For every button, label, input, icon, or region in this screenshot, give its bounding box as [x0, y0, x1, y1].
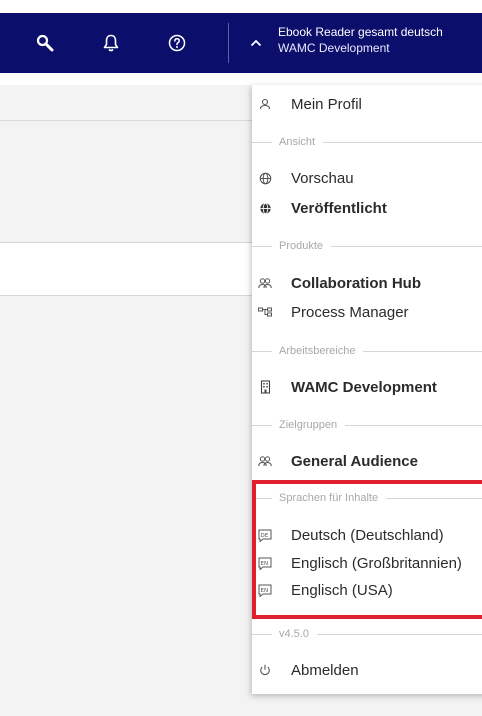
- globe-preview-icon: [258, 170, 272, 186]
- menu-label: Abmelden: [291, 661, 359, 679]
- building-icon: [258, 379, 272, 395]
- bell-icon[interactable]: [97, 29, 125, 57]
- section-view: Ansicht: [252, 134, 482, 150]
- help-icon[interactable]: [163, 29, 191, 57]
- account-subtitle: WAMC Development: [278, 41, 390, 55]
- menu-item-logout[interactable]: Abmelden: [252, 655, 482, 685]
- background-divider: [0, 120, 255, 121]
- menu-item-profile[interactable]: Mein Profil: [252, 89, 482, 119]
- globe-icon: [258, 200, 272, 216]
- section-label: Arbeitsbereiche: [279, 345, 364, 357]
- section-products: Produkte: [252, 238, 482, 254]
- menu-label: General Audience: [291, 452, 418, 470]
- menu-label: Vorschau: [291, 169, 354, 187]
- menu-label: WAMC Development: [291, 378, 437, 396]
- menu-label: Veröffentlicht: [291, 199, 387, 217]
- highlight-box: [252, 480, 482, 619]
- section-workspaces: Arbeitsbereiche: [252, 343, 482, 359]
- section-label: Ansicht: [279, 136, 324, 148]
- menu-item-collaboration-hub[interactable]: Collaboration Hub: [252, 268, 482, 298]
- menu-label: Mein Profil: [291, 95, 362, 113]
- menu-item-workspace[interactable]: WAMC Development: [252, 372, 482, 402]
- menu-item-process-manager[interactable]: Process Manager: [252, 297, 482, 327]
- search-icon[interactable]: [31, 29, 59, 57]
- top-bar: Ebook Reader gesamt deutsch WAMC Develop…: [0, 0, 482, 85]
- version-label: v4.5.0: [279, 628, 317, 640]
- menu-item-published[interactable]: Veröffentlicht: [252, 193, 482, 223]
- people-icon: [258, 275, 272, 291]
- nav-divider: [228, 23, 229, 63]
- account-title: Ebook Reader gesamt deutsch: [278, 25, 443, 39]
- menu-label: Process Manager: [291, 303, 409, 321]
- background-panel: [0, 242, 255, 296]
- section-label: Produkte: [279, 240, 332, 252]
- user-icon: [258, 96, 272, 112]
- menu-label: Collaboration Hub: [291, 274, 421, 292]
- version-info: v4.5.0: [252, 626, 482, 642]
- account-switcher[interactable]: Ebook Reader gesamt deutsch WAMC Develop…: [278, 24, 443, 56]
- power-icon: [258, 662, 272, 678]
- menu-item-preview[interactable]: Vorschau: [252, 163, 482, 193]
- section-label: Zielgruppen: [279, 419, 346, 431]
- chevron-up-icon[interactable]: [244, 31, 268, 55]
- navigation-bar: Ebook Reader gesamt deutsch WAMC Develop…: [0, 13, 482, 73]
- audience-icon: [258, 453, 272, 469]
- section-audiences: Zielgruppen: [252, 417, 482, 433]
- process-icon: [258, 304, 272, 320]
- menu-item-audience[interactable]: General Audience: [252, 446, 482, 476]
